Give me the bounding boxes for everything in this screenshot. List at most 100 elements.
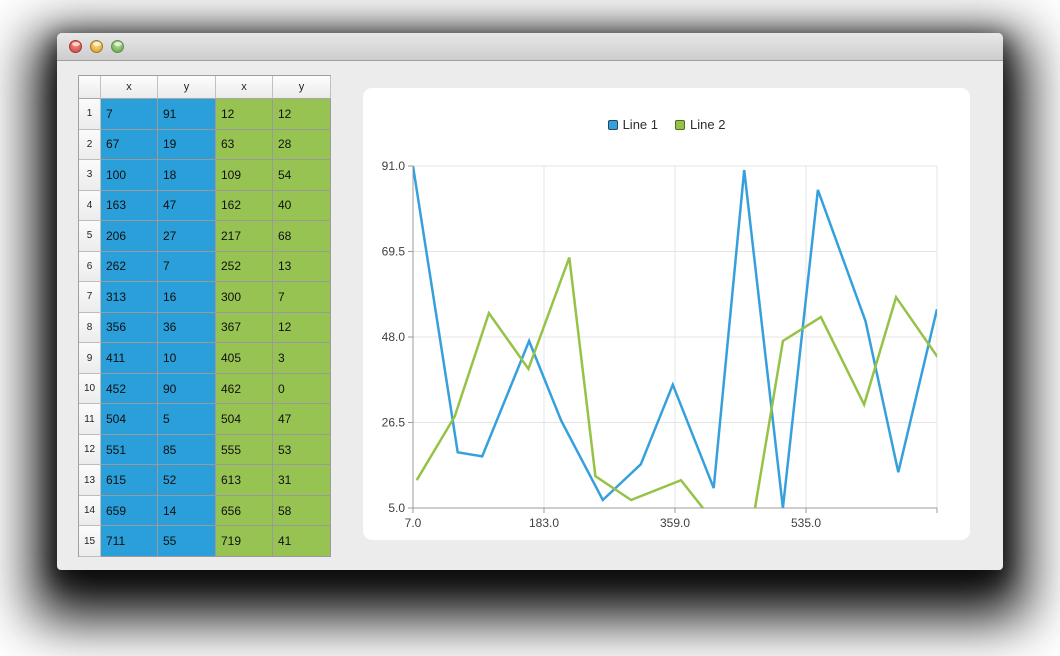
column-header-1[interactable]: x xyxy=(101,76,158,99)
close-button-icon[interactable] xyxy=(69,40,82,53)
chart-gridlines xyxy=(413,166,937,508)
row-header[interactable]: 1 xyxy=(79,99,101,130)
table-cell[interactable]: 91 xyxy=(158,99,216,130)
window-titlebar[interactable] xyxy=(57,33,1003,61)
table-cell[interactable]: 555 xyxy=(216,435,273,466)
table-cell[interactable]: 162 xyxy=(216,191,273,222)
table-cell[interactable]: 19 xyxy=(158,130,216,161)
table-cell[interactable]: 54 xyxy=(273,160,331,191)
table-cell[interactable]: 356 xyxy=(101,313,158,344)
row-header[interactable]: 2 xyxy=(79,130,101,161)
table-cell[interactable]: 12 xyxy=(273,313,331,344)
app-window: xyxy179112122671963283100181095441634716… xyxy=(57,33,1003,570)
row-header[interactable]: 9 xyxy=(79,343,101,374)
table-cell[interactable]: 41 xyxy=(273,526,331,557)
data-table: xyxy179112122671963283100181095441634716… xyxy=(78,75,331,557)
svg-text:5.0: 5.0 xyxy=(388,501,405,515)
table-cell[interactable]: 13 xyxy=(273,252,331,283)
table-cell[interactable]: 68 xyxy=(273,221,331,252)
chart-legend: Line 1 Line 2 xyxy=(363,117,970,132)
table-cell[interactable]: 217 xyxy=(216,221,273,252)
table-cell[interactable]: 405 xyxy=(216,343,273,374)
table-cell[interactable]: 7 xyxy=(158,252,216,283)
table-cell[interactable]: 28 xyxy=(273,130,331,161)
table-cell[interactable]: 14 xyxy=(158,496,216,527)
table-cell[interactable]: 52 xyxy=(158,465,216,496)
table-cell[interactable]: 462 xyxy=(216,374,273,405)
table-cell[interactable]: 16 xyxy=(158,282,216,313)
table-cell[interactable]: 0 xyxy=(273,374,331,405)
table-cell[interactable]: 7 xyxy=(101,99,158,130)
legend-item-1: Line 1 xyxy=(608,117,658,132)
table-cell[interactable]: 10 xyxy=(158,343,216,374)
row-header[interactable]: 7 xyxy=(79,282,101,313)
column-header-3[interactable]: x xyxy=(216,76,273,99)
table-cell[interactable]: 313 xyxy=(101,282,158,313)
series-line-2 xyxy=(417,258,943,528)
table-cell[interactable]: 27 xyxy=(158,221,216,252)
table-cell[interactable]: 163 xyxy=(101,191,158,222)
table-cell[interactable]: 90 xyxy=(158,374,216,405)
table-cell[interactable]: 109 xyxy=(216,160,273,191)
table-cell[interactable]: 551 xyxy=(101,435,158,466)
row-header[interactable]: 6 xyxy=(79,252,101,283)
table-cell[interactable]: 58 xyxy=(273,496,331,527)
legend-marker-icon xyxy=(675,120,685,130)
row-header[interactable]: 8 xyxy=(79,313,101,344)
table-cell[interactable]: 615 xyxy=(101,465,158,496)
table-cell[interactable]: 411 xyxy=(101,343,158,374)
legend-label: Line 2 xyxy=(690,117,725,132)
row-header[interactable]: 14 xyxy=(79,496,101,527)
table-cell[interactable]: 659 xyxy=(101,496,158,527)
row-header[interactable]: 13 xyxy=(79,465,101,496)
table-corner-cell[interactable] xyxy=(79,76,101,99)
table-cell[interactable]: 5 xyxy=(158,404,216,435)
row-header[interactable]: 11 xyxy=(79,404,101,435)
table-cell[interactable]: 40 xyxy=(273,191,331,222)
table-cell[interactable]: 47 xyxy=(273,404,331,435)
table-cell[interactable]: 100 xyxy=(101,160,158,191)
row-header[interactable]: 5 xyxy=(79,221,101,252)
table-cell[interactable]: 3 xyxy=(273,343,331,374)
table-cell[interactable]: 252 xyxy=(216,252,273,283)
column-header-2[interactable]: y xyxy=(158,76,216,99)
table-cell[interactable]: 613 xyxy=(216,465,273,496)
row-header[interactable]: 4 xyxy=(79,191,101,222)
table-cell[interactable]: 12 xyxy=(273,99,331,130)
table-cell[interactable]: 367 xyxy=(216,313,273,344)
traffic-lights xyxy=(69,40,124,53)
table-cell[interactable]: 719 xyxy=(216,526,273,557)
table-cell[interactable]: 504 xyxy=(101,404,158,435)
table-cell[interactable]: 36 xyxy=(158,313,216,344)
table-cell[interactable]: 85 xyxy=(158,435,216,466)
table-cell[interactable]: 12 xyxy=(216,99,273,130)
line-chart: 91.069.548.026.55.07.0183.0359.0535.0 xyxy=(363,88,970,540)
table-cell[interactable]: 262 xyxy=(101,252,158,283)
svg-text:48.0: 48.0 xyxy=(382,330,406,344)
legend-item-2: Line 2 xyxy=(675,117,725,132)
row-header[interactable]: 3 xyxy=(79,160,101,191)
table-cell[interactable]: 63 xyxy=(216,130,273,161)
zoom-button-icon[interactable] xyxy=(111,40,124,53)
table-cell[interactable]: 53 xyxy=(273,435,331,466)
table-cell[interactable]: 206 xyxy=(101,221,158,252)
axis-tick-labels: 91.069.548.026.55.07.0183.0359.0535.0 xyxy=(382,159,822,530)
row-header[interactable]: 12 xyxy=(79,435,101,466)
table-cell[interactable]: 67 xyxy=(101,130,158,161)
table-cell[interactable]: 47 xyxy=(158,191,216,222)
svg-text:535.0: 535.0 xyxy=(791,516,821,530)
table-cell[interactable]: 55 xyxy=(158,526,216,557)
table-cell[interactable]: 31 xyxy=(273,465,331,496)
table-cell[interactable]: 504 xyxy=(216,404,273,435)
table-cell[interactable]: 452 xyxy=(101,374,158,405)
minimize-button-icon[interactable] xyxy=(90,40,103,53)
table-cell[interactable]: 18 xyxy=(158,160,216,191)
chart-axes xyxy=(408,166,937,513)
row-header[interactable]: 10 xyxy=(79,374,101,405)
table-cell[interactable]: 656 xyxy=(216,496,273,527)
row-header[interactable]: 15 xyxy=(79,526,101,557)
column-header-4[interactable]: y xyxy=(273,76,331,99)
table-cell[interactable]: 711 xyxy=(101,526,158,557)
table-cell[interactable]: 7 xyxy=(273,282,331,313)
table-cell[interactable]: 300 xyxy=(216,282,273,313)
